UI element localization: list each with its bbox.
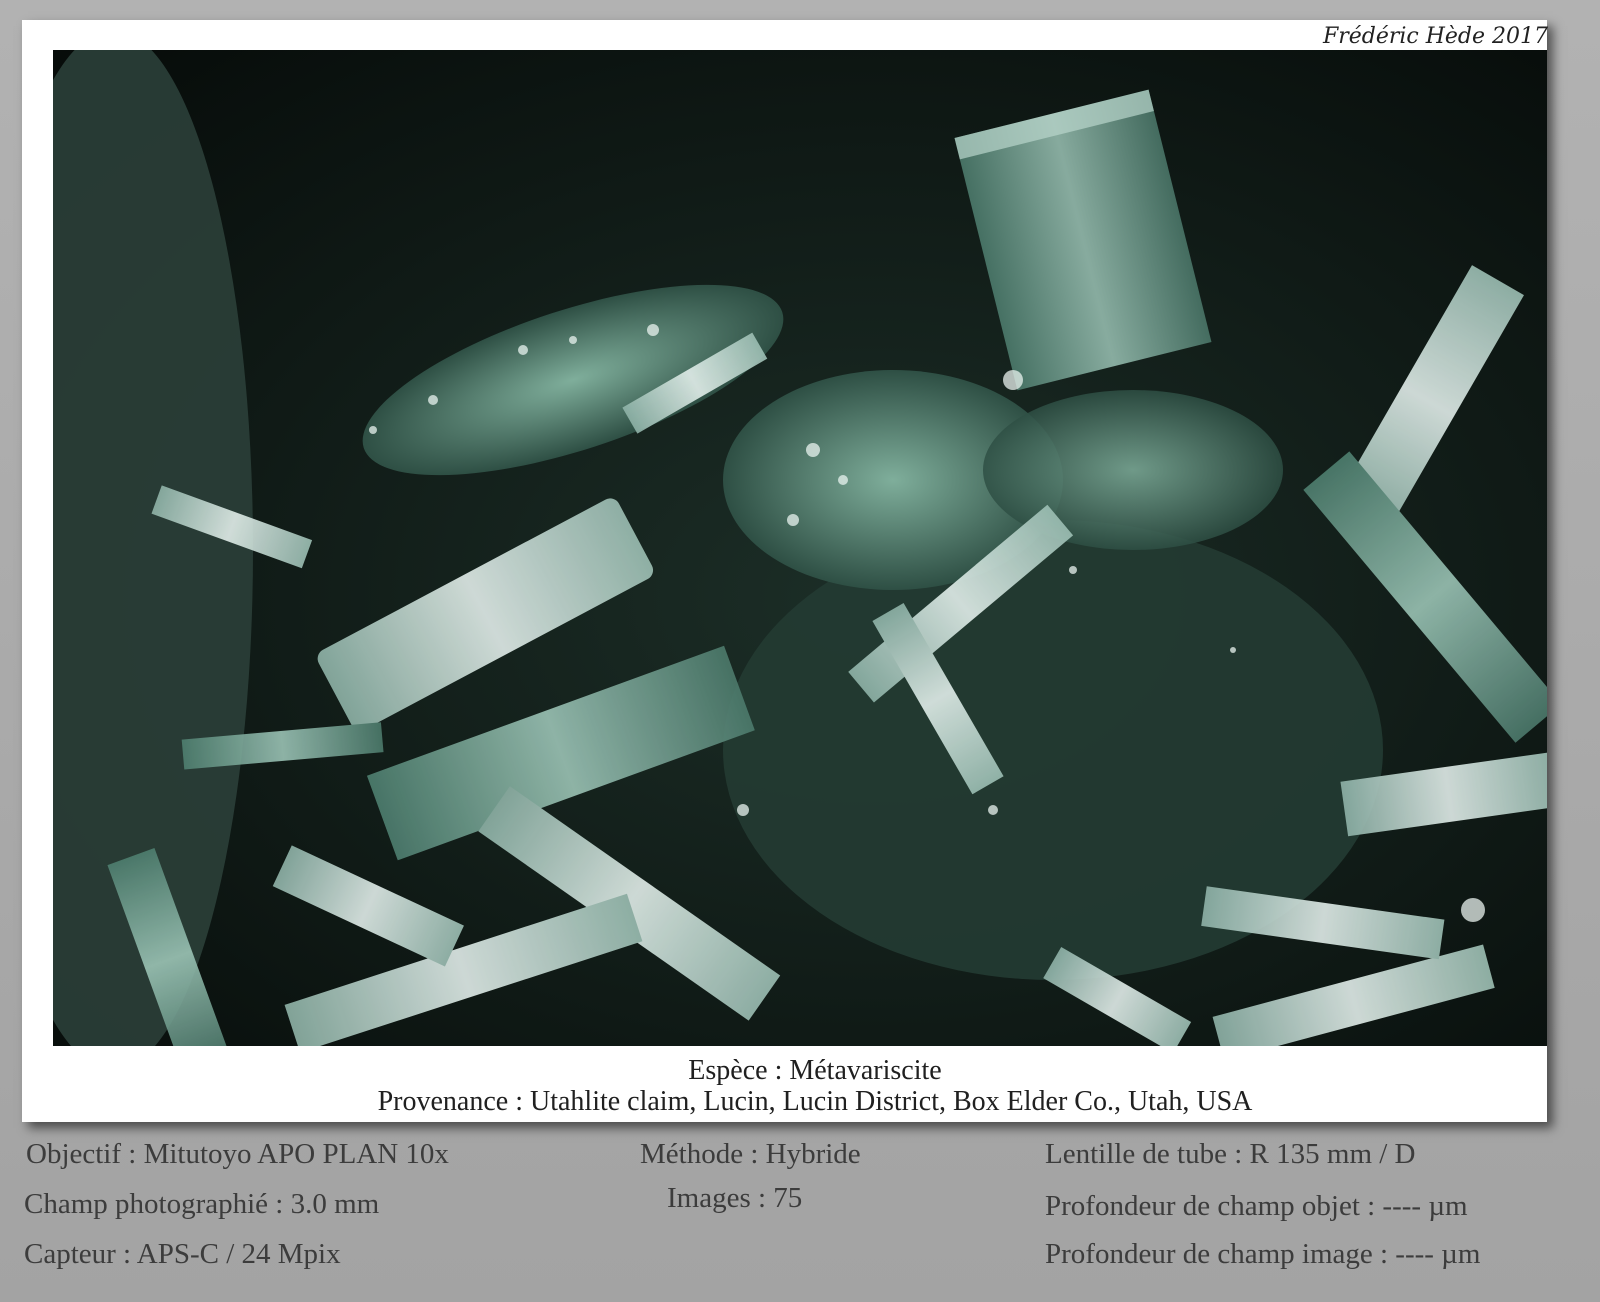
field-info: Champ photographié : 3.0 mm xyxy=(24,1188,380,1220)
tube-lens-info: Lentille de tube : R 135 mm / D xyxy=(1045,1138,1416,1170)
dof-object-info: Profondeur de champ objet : ---- µm xyxy=(1045,1190,1468,1222)
photographer-signature: Frédéric Hède 2017 xyxy=(1322,24,1548,49)
dof-image-info: Profondeur de champ image : ---- µm xyxy=(1045,1238,1481,1270)
mineral-photograph xyxy=(53,50,1547,1046)
images-info: Images : 75 xyxy=(667,1182,803,1214)
method-info: Méthode : Hybride xyxy=(640,1138,861,1170)
provenance-caption: Provenance : Utahlite claim, Lucin, Luci… xyxy=(377,1086,1253,1117)
sensor-info: Capteur : APS-C / 24 Mpix xyxy=(24,1238,341,1270)
objective-info: Objectif : Mitutoyo APO PLAN 10x xyxy=(26,1138,449,1170)
species-caption: Espèce : Métavariscite xyxy=(688,1055,942,1086)
